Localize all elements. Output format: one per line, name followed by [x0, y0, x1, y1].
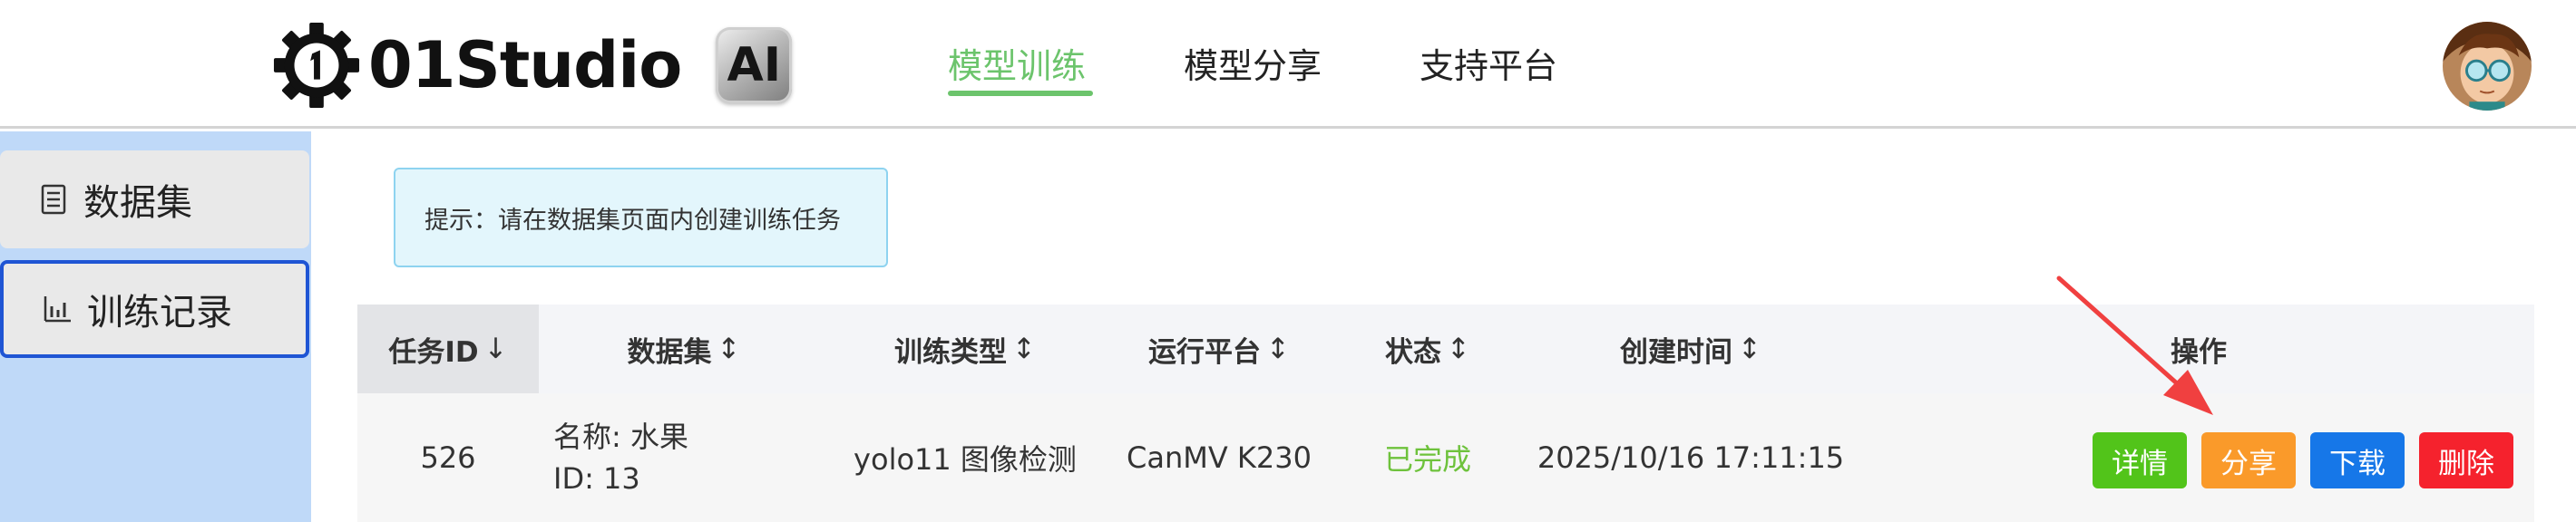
delete-button[interactable]: 删除: [2419, 432, 2513, 488]
column-header-label: 状态: [1385, 335, 1441, 369]
user-avatar[interactable]: [2443, 22, 2532, 111]
document-list-icon: [41, 184, 66, 215]
sort-both-icon: ↕: [1738, 333, 1761, 365]
column-header-dataset[interactable]: 数据集 ↕: [539, 304, 829, 393]
column-header-label: 运行平台: [1148, 335, 1261, 369]
cell-status: 已完成: [1383, 442, 1471, 477]
sidebar-item-training-records[interactable]: 训练记录: [0, 260, 309, 358]
column-header-label: 数据集: [627, 335, 712, 369]
bar-chart-icon: [44, 296, 71, 323]
column-header-created[interactable]: 创建时间 ↕: [1518, 304, 1863, 393]
brand-logo[interactable]: 01Studio AI: [272, 20, 793, 111]
cell-task-id: 526: [420, 440, 476, 475]
sort-both-icon: ↕: [717, 333, 741, 365]
download-button[interactable]: 下载: [2310, 432, 2405, 488]
sidebar: 数据集 训练记录: [0, 131, 311, 522]
ai-badge: AI: [716, 27, 793, 103]
sort-both-icon: ↕: [1266, 333, 1290, 365]
column-header-label: 操作: [2171, 335, 2227, 369]
brand-name: 01Studio: [368, 28, 682, 102]
column-header-train-type[interactable]: 训练类型 ↕: [829, 304, 1101, 393]
dataset-name: 名称: 水果: [553, 420, 688, 454]
nav-item-model-share[interactable]: 模型分享: [1184, 38, 1322, 88]
nav-item-platforms[interactable]: 支持平台: [1420, 38, 1557, 88]
column-header-label: 训练类型: [894, 335, 1007, 369]
table-header: 任务ID ↓ 数据集 ↕ 训练类型 ↕ 运行平台 ↕ 状态 ↕ 创建时间 ↕ 操…: [357, 304, 2534, 393]
cell-platform: CanMV K230: [1127, 440, 1312, 475]
gear-logo-icon: [273, 22, 360, 109]
sidebar-item-label: 数据集: [83, 182, 192, 224]
cell-train-type: yolo11 图像检测: [854, 442, 1077, 477]
dataset-id: ID: 13: [553, 461, 640, 496]
sort-both-icon: ↕: [1012, 333, 1036, 365]
sort-desc-icon: ↓: [483, 333, 508, 365]
tip-banner: 提示：请在数据集页面内创建训练任务: [394, 168, 888, 267]
share-button[interactable]: 分享: [2201, 432, 2296, 488]
detail-button[interactable]: 详情: [2093, 432, 2187, 488]
column-header-status[interactable]: 状态 ↕: [1337, 304, 1518, 393]
column-header-label: 任务ID: [388, 335, 479, 369]
cell-created-time: 2025/10/16 17:11:15: [1537, 440, 1845, 475]
column-header-label: 创建时间: [1620, 335, 1732, 369]
top-header: 01Studio AI 模型训练 模型分享 支持平台: [0, 0, 2576, 129]
cell-dataset: 名称: 水果 ID: 13: [553, 393, 825, 522]
nav-active-underline: [948, 91, 1093, 96]
sort-both-icon: ↕: [1447, 333, 1470, 365]
sidebar-item-dataset[interactable]: 数据集: [0, 150, 309, 248]
column-header-actions: 操作: [1863, 304, 2534, 393]
column-header-task-id[interactable]: 任务ID ↓: [357, 304, 539, 393]
avatar-icon: [2443, 22, 2532, 111]
nav-item-model-training[interactable]: 模型训练: [948, 38, 1086, 88]
column-header-platform[interactable]: 运行平台 ↕: [1101, 304, 1337, 393]
sidebar-item-label: 训练记录: [87, 292, 232, 334]
